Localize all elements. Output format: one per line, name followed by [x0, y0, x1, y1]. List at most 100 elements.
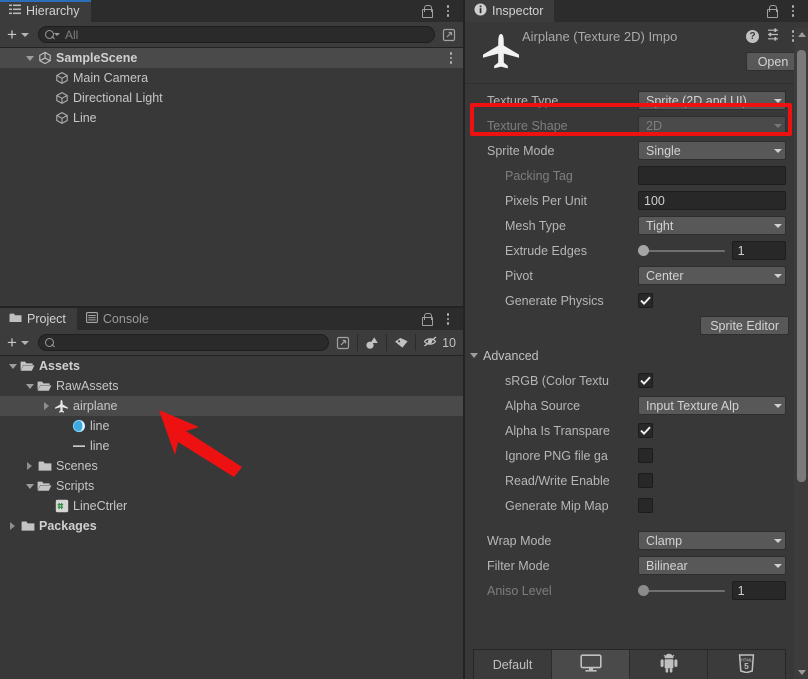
scroll-down-arrow-icon[interactable]	[798, 670, 806, 675]
inspector-properties: Texture Type Sprite (2D and UI) Texture Sh…	[465, 88, 794, 637]
dropdown-filter-mode[interactable]: Bilinear	[638, 556, 786, 575]
search-expand-icon[interactable]	[332, 333, 354, 352]
slider-extrude-edges[interactable]	[638, 241, 725, 260]
lock-icon[interactable]	[766, 5, 778, 18]
checkbox-srgb-color-textu[interactable]	[638, 373, 653, 388]
dropdown-alpha-source[interactable]: Input Texture Alp	[638, 396, 786, 415]
preset-settings-icon[interactable]	[766, 28, 780, 44]
tree-row[interactable]: Directional Light	[0, 88, 463, 108]
tab-inspector[interactable]: Inspector	[465, 0, 555, 22]
input-value: 100	[644, 193, 665, 208]
kebab-menu-icon[interactable]	[442, 5, 454, 17]
chevron-down-icon	[774, 148, 782, 153]
twisty-collapsed-icon[interactable]	[40, 402, 53, 410]
tree-row[interactable]: line	[0, 436, 463, 456]
tree-row-label: RawAssets	[56, 379, 119, 393]
create-button[interactable]: +	[3, 25, 35, 44]
html5-icon: HTML 5	[738, 653, 755, 676]
kebab-menu-icon[interactable]	[787, 5, 799, 17]
dropdown-wrap-mode[interactable]: Clamp	[638, 531, 786, 550]
input-pixels-per-unit[interactable]: 100	[638, 191, 786, 210]
inspector-scrollbar[interactable]	[794, 28, 808, 679]
platform-tab-html5[interactable]: HTML 5	[708, 650, 785, 679]
hierarchy-tabbar: Hierarchy	[0, 0, 463, 22]
project-toolbar: + 10	[0, 330, 463, 356]
create-asset-button[interactable]: +	[3, 333, 35, 352]
tree-row-label: LineCtrler	[73, 499, 128, 513]
checkbox-read-write-enable[interactable]	[638, 473, 653, 488]
slider-knob[interactable]	[638, 585, 649, 596]
tab-hierarchy[interactable]: Hierarchy	[0, 0, 91, 22]
tree-row[interactable]: Packages	[0, 516, 463, 536]
sprite-editor-button[interactable]: Sprite Editor	[700, 316, 789, 335]
filter-by-type-icon[interactable]	[361, 333, 383, 352]
property-row: Texture Shape 2D	[465, 113, 794, 138]
airplane-preview-icon	[478, 29, 524, 75]
search-expand-icon[interactable]	[438, 25, 460, 44]
property-label: Extrude Edges	[505, 243, 587, 258]
slider-knob[interactable]	[638, 245, 649, 256]
tree-row[interactable]: Assets	[0, 356, 463, 376]
twisty-expanded-icon[interactable]	[23, 55, 36, 61]
chevron-down-icon	[774, 563, 782, 568]
chevron-down-icon	[20, 340, 29, 345]
dropdown-mesh-type[interactable]: Tight	[638, 216, 786, 235]
lock-icon[interactable]	[421, 5, 433, 18]
help-icon[interactable]: ?	[746, 29, 759, 43]
dropdown-texture-type[interactable]: Sprite (2D and UI)	[638, 91, 786, 110]
lock-icon[interactable]	[421, 313, 433, 326]
tabbar-spacer	[159, 308, 421, 330]
hierarchy-toolbar: + All	[0, 22, 463, 48]
folder-icon	[19, 520, 36, 532]
property-row: Pixels Per Unit 100	[465, 188, 794, 213]
checkbox-generate-physics[interactable]	[638, 293, 653, 308]
platform-tab-android[interactable]	[630, 650, 708, 679]
scroll-up-arrow-icon[interactable]	[798, 32, 806, 37]
hierarchy-search-input[interactable]: All	[37, 26, 435, 43]
twisty-collapsed-icon[interactable]	[6, 522, 19, 530]
twisty-expanded-icon[interactable]	[6, 363, 19, 369]
project-tree: Assets RawAssets airplane line line Scenes Scr…	[0, 356, 463, 679]
tab-console[interactable]: Console	[76, 308, 160, 330]
panel-divider-horizontal[interactable]	[0, 306, 463, 308]
platform-tabs: Default HTML 5	[473, 649, 786, 679]
dropdown-pivot[interactable]: Center	[638, 266, 786, 285]
tab-project[interactable]: Project	[0, 308, 77, 330]
tree-row[interactable]: line	[0, 416, 463, 436]
tree-row[interactable]: Main Camera	[0, 68, 463, 88]
platform-tab-default[interactable]: Default	[474, 650, 552, 679]
tree-row[interactable]: SampleScene	[0, 48, 463, 68]
checkbox-generate-mip-map[interactable]	[638, 498, 653, 513]
inspector-asset-header: Airplane (Texture 2D) Impo ? Open	[465, 22, 808, 84]
tree-row[interactable]: Scenes	[0, 456, 463, 476]
platform-tab-standalone[interactable]	[552, 650, 630, 679]
dropdown-sprite-mode[interactable]: Single	[638, 141, 786, 160]
filter-by-label-icon[interactable]	[390, 333, 412, 352]
kebab-menu-icon[interactable]	[445, 52, 457, 64]
kebab-menu-icon[interactable]	[442, 313, 454, 325]
tree-row[interactable]: RawAssets	[0, 376, 463, 396]
twisty-expanded-icon[interactable]	[23, 483, 36, 489]
dropdown-value: Bilinear	[646, 558, 688, 573]
checkbox-alpha-is-transpare[interactable]	[638, 423, 653, 438]
property-label: Ignore PNG file ga	[505, 448, 608, 463]
twisty-collapsed-icon[interactable]	[23, 462, 36, 470]
advanced-foldout[interactable]: Advanced	[465, 343, 794, 368]
hidden-assets-count: 10	[442, 335, 456, 350]
twisty-expanded-icon[interactable]	[23, 383, 36, 389]
checkbox-ignore-png-file-ga[interactable]	[638, 448, 653, 463]
property-label: Read/Write Enable	[505, 473, 610, 488]
tree-row[interactable]: Scripts	[0, 476, 463, 496]
property-label: Sprite Mode	[487, 143, 555, 158]
open-button[interactable]: Open	[746, 52, 800, 71]
tree-row[interactable]: Line	[0, 108, 463, 128]
project-search-input[interactable]	[37, 334, 330, 351]
tree-row[interactable]: LineCtrler	[0, 496, 463, 516]
toolbar-divider	[357, 334, 359, 351]
hidden-assets-toggle[interactable]: 10	[419, 335, 460, 351]
scrollbar-thumb[interactable]	[797, 50, 806, 482]
property-label: Mesh Type	[505, 218, 566, 233]
slider-value-input[interactable]: 1	[731, 241, 786, 260]
tree-row[interactable]: airplane	[0, 396, 463, 416]
